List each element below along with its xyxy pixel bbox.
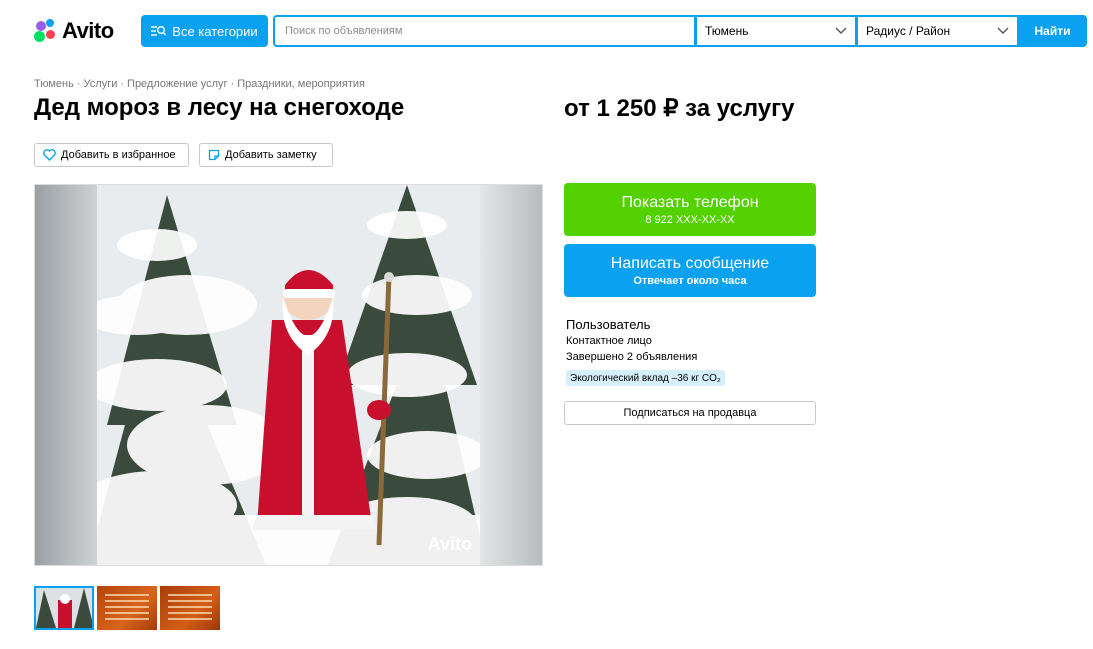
seller-role: Контактное лицо [566,335,652,347]
chevron-down-icon [835,27,847,34]
all-categories-button[interactable]: Все категории [141,15,268,47]
thumbnail-2-text-lines [105,594,149,624]
thumbnail-1[interactable] [34,586,94,630]
gallery-blur-right [480,185,542,565]
response-time: Отвечает около часа [633,274,747,287]
find-button[interactable]: Найти [1018,15,1087,47]
heart-icon [43,149,56,161]
thumbnail-2[interactable] [97,586,157,630]
logo-dots-icon [34,19,58,43]
add-favorite-label: Добавить в избранное [61,149,176,161]
show-phone-button[interactable]: Показать телефон 8 922 XXX-XX-XX [564,183,816,236]
gallery-blur-left [35,185,97,565]
search-input[interactable]: Поиск по объявлениям [273,15,696,47]
price: от 1 250 ₽ за услугу [564,95,795,122]
breadcrumb: Тюмень · Услуги · Предложение услуг · Праздник… [34,78,365,90]
thumbnail-3[interactable] [160,586,220,630]
breadcrumb-item-holidays[interactable]: Праздники, мероприятия [237,78,365,90]
thumbnail-3-text-lines [168,594,212,624]
seller-name[interactable]: Пользователь [566,317,650,332]
avito-watermark: Avito [427,534,472,554]
write-message-label: Написать сообщение [610,254,770,272]
chevron-down-icon [997,27,1009,34]
show-phone-label: Показать телефон [621,193,759,211]
city-select[interactable]: Тюмень [695,15,857,47]
main-photo[interactable] [97,185,480,565]
search-placeholder: Поиск по объявлениям [285,25,403,37]
logo-text: Avito [62,18,114,43]
radius-select[interactable]: Радиус / Район [856,15,1019,47]
add-note-button[interactable]: Добавить заметку [199,143,333,167]
category-search-icon [151,26,167,36]
page-title: Дед мороз в лесу на снегоходе [34,94,405,121]
eco-badge[interactable]: Экологический вклад –36 кг CO₂ [566,370,725,386]
add-note-label: Добавить заметку [225,149,317,161]
avito-logo[interactable]: Avito [34,17,114,45]
photo-gallery[interactable]: Avito [34,184,543,566]
santa-in-forest-image [97,185,480,565]
breadcrumb-item-offer[interactable]: Предложение услуг [127,78,228,90]
subscribe-seller-button[interactable]: Подписаться на продавца [564,401,816,425]
breadcrumb-item-city[interactable]: Тюмень [34,78,74,90]
write-message-button[interactable]: Написать сообщение Отвечает около часа [564,244,816,297]
thumbnail-1-image [36,588,92,628]
add-favorite-button[interactable]: Добавить в избранное [34,143,189,167]
note-icon [208,149,220,161]
all-categories-label: Все категории [172,23,258,39]
radius-value: Радиус / Район [866,24,951,38]
breadcrumb-item-services[interactable]: Услуги [84,78,118,90]
phone-masked: 8 922 XXX-XX-XX [645,213,735,226]
seller-completed-count: Завершено 2 объявления [566,351,698,363]
city-value: Тюмень [705,24,749,38]
